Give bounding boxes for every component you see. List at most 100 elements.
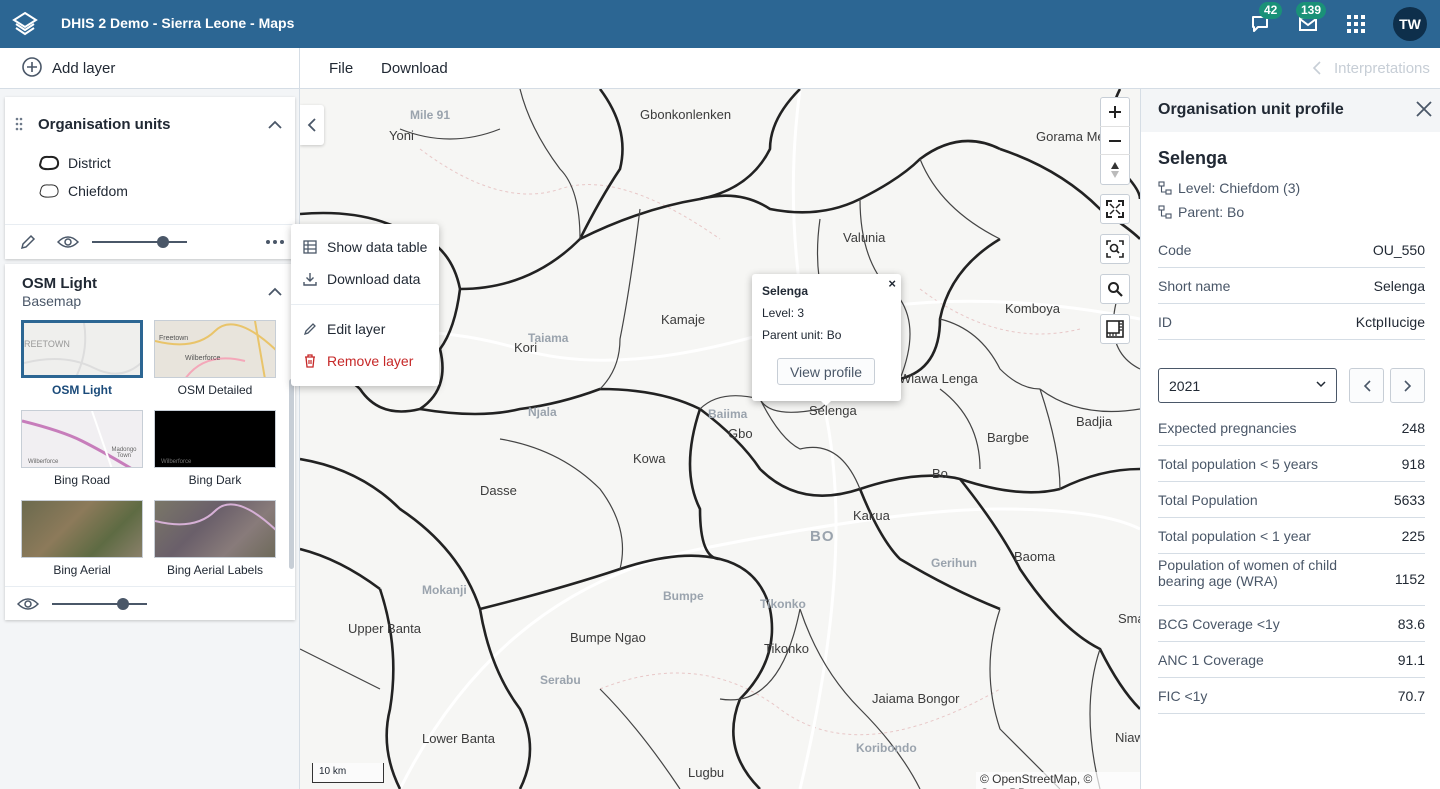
basemap-opacity-slider[interactable] (52, 603, 147, 605)
attribute-value: Selenga (1373, 278, 1425, 294)
map-place-label: Bumpe Ngao (570, 630, 646, 645)
chiefdom-boundary-icon (39, 184, 59, 198)
table-icon (303, 240, 317, 254)
basemap-option-bing-aerial[interactable]: Bing Aerial (21, 500, 143, 577)
chevron-up-icon[interactable] (268, 287, 282, 297)
search-button[interactable] (1100, 274, 1130, 304)
org-unit-profile-panel: Organisation unit profile Selenga Level:… (1140, 89, 1440, 789)
data-key: Total population < 1 year (1158, 528, 1311, 544)
next-year-button[interactable] (1390, 368, 1425, 403)
user-avatar[interactable]: TW (1393, 7, 1427, 41)
apps-button[interactable] (1342, 10, 1370, 38)
popup-title: Selenga (762, 284, 809, 298)
inbox-badge: 139 (1296, 2, 1327, 19)
zoom-out-button[interactable] (1100, 127, 1130, 156)
map-place-label: Njala (528, 405, 557, 419)
reset-bearing-button[interactable] (1100, 155, 1130, 184)
more-options-icon[interactable] (265, 239, 285, 245)
basemap-option-osm-light[interactable]: REETOWN OSM Light (21, 320, 143, 397)
data-key: BCG Coverage <1y (1158, 616, 1280, 632)
thumb-label: Wilberforce (185, 355, 221, 362)
data-key: Population of women of child bearing age… (1158, 557, 1337, 589)
menu-item-download-data[interactable]: Download data (303, 271, 420, 287)
org-unit-popup: × Selenga Level: 3 Parent unit: Bo View … (752, 274, 901, 401)
add-circle-icon (22, 57, 42, 77)
map-place-label: Upper Banta (348, 621, 421, 636)
previous-year-button[interactable] (1349, 368, 1384, 403)
search-icon (1108, 282, 1123, 297)
basemap-opacity-thumb[interactable] (117, 598, 130, 610)
download-menu[interactable]: Download (381, 60, 448, 77)
org-unit-parent: Parent: Bo (1158, 204, 1244, 220)
basemap-thumbnail: Freetown Wilberforce (154, 320, 276, 378)
chevron-up-icon[interactable] (268, 120, 282, 130)
fit-bounds-button[interactable] (1100, 234, 1130, 264)
thumb-label: Wilberforce (161, 459, 192, 465)
visibility-eye-icon[interactable] (17, 596, 39, 612)
map-place-label: Badjia (1076, 414, 1113, 429)
map-place-label: Serabu (540, 673, 581, 687)
org-units-opacity-slider[interactable] (92, 241, 187, 243)
thumb-label: Madongo Town (111, 447, 137, 459)
year-select[interactable]: 2021 (1158, 368, 1337, 403)
attribute-value: OU_550 (1372, 242, 1425, 258)
chevron-down-icon (1316, 381, 1326, 388)
org-units-layer-toolbar (5, 224, 295, 258)
data-value: 1152 (1394, 571, 1425, 587)
layers-scrollbar[interactable] (289, 379, 294, 569)
app-title: DHIS 2 Demo - Sierra Leone - Maps (61, 15, 295, 31)
popup-close-button[interactable]: × (888, 276, 896, 291)
basemap-thumbnail: Madongo Town Wilberforce (21, 410, 143, 468)
map-canvas[interactable]: Mile 91 Yoni Gbonkonlenken Gorama Me Val… (300, 89, 1140, 789)
file-menu[interactable]: File (329, 60, 353, 77)
inbox-button[interactable]: 139 (1294, 2, 1327, 38)
zoom-to-extent-icon (1106, 240, 1124, 258)
data-value: 918 (1401, 456, 1425, 472)
basemap-option-osm-detailed[interactable]: Freetown Wilberforce OSM Detailed (154, 320, 276, 397)
measure-button[interactable] (1100, 314, 1130, 344)
menu-item-edit-layer[interactable]: Edit layer (303, 321, 385, 337)
zoom-in-button[interactable] (1100, 98, 1130, 127)
attribute-row: Short name Selenga (1158, 268, 1425, 304)
org-units-opacity-thumb[interactable] (157, 236, 170, 248)
basemap-option-bing-aerial-labels[interactable]: Bing Aerial Labels (154, 500, 276, 577)
hierarchy-icon (1158, 205, 1172, 219)
basemap-label: OSM Light (52, 383, 112, 397)
map-place-label: Gbo (728, 426, 753, 441)
fullscreen-button[interactable] (1100, 194, 1130, 224)
menu-item-label: Remove layer (327, 353, 414, 369)
drag-handle-icon[interactable] (15, 117, 23, 131)
messages-button[interactable]: 42 (1246, 2, 1283, 38)
edit-pencil-icon[interactable] (19, 233, 37, 251)
menu-item-show-data-table[interactable]: Show data table (303, 239, 427, 255)
collapse-layers-panel-button[interactable] (300, 105, 324, 145)
layer-context-menu: Show data table Download data Edit layer… (291, 224, 439, 386)
ruler-icon (1106, 320, 1124, 338)
org-unit-parent-text: Parent: Bo (1178, 204, 1245, 220)
interpretations-toggle[interactable]: Interpretations (1334, 60, 1430, 77)
map-place-label: Gorama Me (1036, 129, 1105, 144)
add-layer-button[interactable]: Add layer (0, 48, 300, 88)
view-profile-button[interactable]: View profile (777, 358, 875, 385)
visibility-eye-icon[interactable] (57, 234, 79, 250)
close-icon[interactable] (1416, 101, 1432, 117)
map-place-label: Wiawa Lenga (899, 371, 978, 386)
menu-item-label: Show data table (327, 239, 428, 255)
basemap-option-bing-dark[interactable]: Wilberforce Bing Dark (154, 410, 276, 487)
data-row: Total population < 1 year 225 (1158, 518, 1425, 554)
menu-divider (291, 304, 439, 305)
data-row: BCG Coverage <1y 83.6 (1158, 606, 1425, 642)
apps-grid-icon (1347, 15, 1365, 33)
map-attribution[interactable]: © OpenStreetMap, © CartoDB (976, 772, 1140, 789)
dhis2-logo-icon[interactable] (11, 10, 39, 38)
attribute-key: ID (1158, 314, 1172, 330)
data-value: 5633 (1393, 492, 1425, 508)
basemap-layer-toolbar (5, 586, 295, 620)
attribute-row: ID KctpIIucige (1158, 304, 1425, 340)
map-place-label: Tikonko (764, 641, 810, 656)
basemap-option-bing-road[interactable]: Madongo Town Wilberforce Bing Road (21, 410, 143, 487)
map-place-label: Gbonkonlenken (640, 107, 732, 122)
menu-item-remove-layer[interactable]: Remove layer (303, 353, 413, 369)
map-place-label: Kakua (853, 508, 890, 523)
basemap-label: Bing Road (53, 473, 111, 487)
